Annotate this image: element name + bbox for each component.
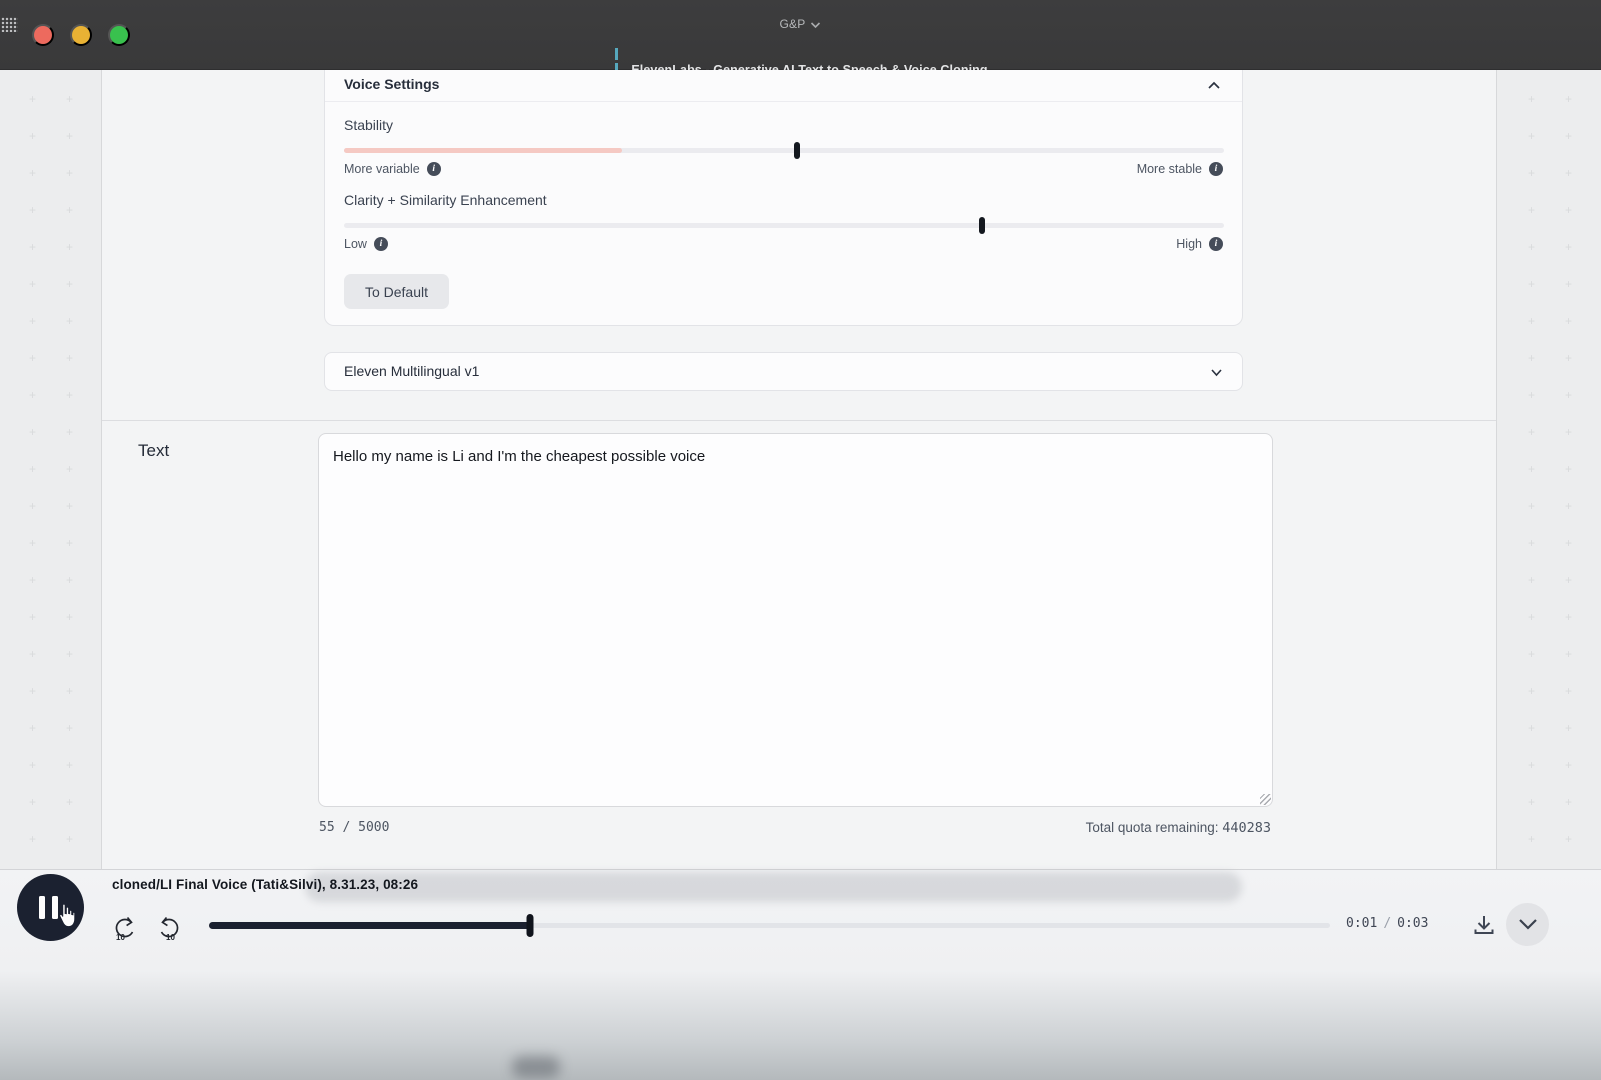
svg-text:10: 10 bbox=[116, 933, 125, 942]
window-title-label: G&P bbox=[780, 17, 806, 31]
info-icon[interactable]: i bbox=[374, 237, 388, 251]
more-variable-label: More variable bbox=[344, 162, 420, 176]
rewind-10-button[interactable]: 10 bbox=[111, 913, 139, 943]
current-time: 0:01 bbox=[1346, 916, 1377, 931]
stability-slider-thumb[interactable] bbox=[794, 142, 800, 159]
voice-settings-panel: Voice Settings Stability More variablei … bbox=[324, 70, 1243, 326]
collapse-player-button[interactable] bbox=[1506, 903, 1549, 946]
voice-settings-header[interactable]: Voice Settings bbox=[325, 70, 1242, 102]
model-select-value: Eleven Multilingual v1 bbox=[344, 363, 479, 379]
info-icon[interactable]: i bbox=[1209, 162, 1223, 176]
download-icon bbox=[1471, 912, 1497, 938]
model-select[interactable]: Eleven Multilingual v1 bbox=[324, 352, 1243, 391]
chevron-down-icon bbox=[810, 21, 821, 29]
screen: G&P ElevenLabs - Generative AI Text to S… bbox=[0, 0, 1601, 1080]
titlebar: G&P ElevenLabs - Generative AI Text to S… bbox=[0, 0, 1601, 70]
quota-remaining: Total quota remaining: 440283 bbox=[1086, 820, 1271, 836]
chevron-down-icon bbox=[1209, 365, 1224, 385]
elevenlabs-favicon-icon bbox=[613, 48, 622, 60]
forward-10-button[interactable]: 10 bbox=[155, 913, 183, 943]
audio-player-bar: cloned/LI Final Voice (Tati&Silvi), 8.31… bbox=[0, 869, 1601, 1080]
video-overlay-smudge bbox=[512, 1056, 560, 1078]
clarity-slider-thumb[interactable] bbox=[979, 217, 985, 234]
blurred-region bbox=[305, 872, 1242, 902]
player-track-title: cloned/LI Final Voice (Tati&Silvi), 8.31… bbox=[112, 877, 418, 892]
more-stable-label: More stable bbox=[1137, 162, 1202, 176]
plus-pattern-right: ++++++++++++++++++++++++++++++++++++++++… bbox=[1513, 70, 1593, 869]
stability-label: Stability bbox=[344, 117, 393, 133]
high-label: High bbox=[1176, 237, 1202, 251]
chevron-down-icon bbox=[1518, 917, 1538, 931]
seek-bar[interactable] bbox=[209, 923, 1330, 928]
time-display: 0:01/0:03 bbox=[1346, 916, 1428, 931]
hand-cursor-icon bbox=[55, 902, 77, 931]
low-label: Low bbox=[344, 237, 367, 251]
section-divider bbox=[102, 420, 1496, 421]
plus-pattern-left: ++++++++++++++++++++++++++++++++++++++++… bbox=[14, 70, 94, 869]
voice-settings-title: Voice Settings bbox=[344, 76, 439, 92]
to-default-button[interactable]: To Default bbox=[344, 274, 449, 309]
speech-text-input[interactable]: Hello my name is Li and I'm the cheapest… bbox=[318, 433, 1273, 807]
download-button[interactable] bbox=[1468, 910, 1500, 942]
clarity-label: Clarity + Similarity Enhancement bbox=[344, 192, 547, 208]
window-title[interactable]: G&P bbox=[0, 17, 1601, 31]
svg-text:10: 10 bbox=[166, 933, 175, 942]
text-section-label: Text bbox=[138, 441, 169, 461]
seek-bar-thumb[interactable] bbox=[526, 914, 533, 937]
quota-value: 440283 bbox=[1222, 820, 1271, 836]
workspace: ++++++++++++++++++++++++++++++++++++++++… bbox=[0, 70, 1601, 869]
chevron-up-icon[interactable] bbox=[1206, 78, 1222, 94]
info-icon[interactable]: i bbox=[1209, 237, 1223, 251]
textarea-resize-handle[interactable] bbox=[1260, 794, 1271, 805]
character-count: 55 / 5000 bbox=[319, 820, 389, 835]
seek-bar-fill bbox=[209, 922, 530, 929]
clarity-slider[interactable] bbox=[344, 223, 1224, 228]
stability-slider[interactable] bbox=[344, 148, 1224, 153]
main-content: Voice Settings Stability More variablei … bbox=[101, 70, 1497, 869]
time-separator: / bbox=[1377, 916, 1397, 931]
info-icon[interactable]: i bbox=[427, 162, 441, 176]
total-time: 0:03 bbox=[1397, 916, 1428, 931]
pause-button[interactable] bbox=[17, 874, 84, 941]
stability-slider-fill bbox=[344, 148, 622, 153]
